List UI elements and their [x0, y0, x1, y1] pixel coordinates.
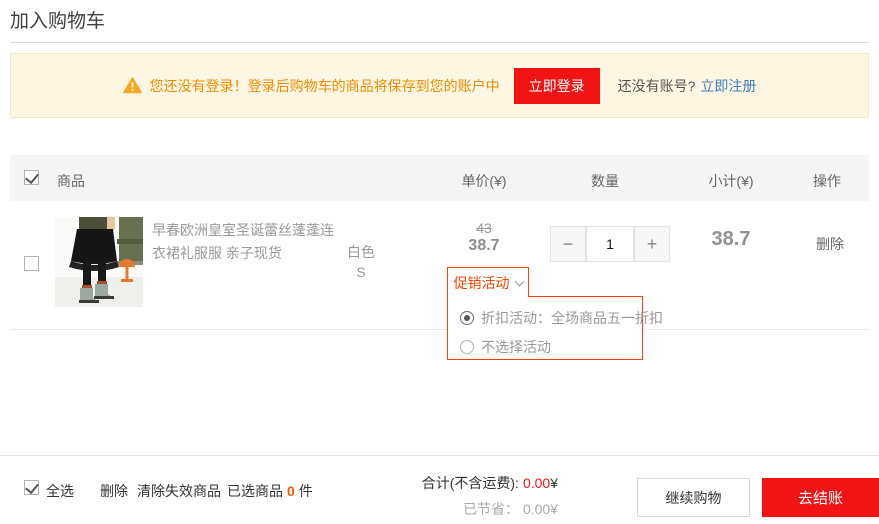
delete-item-link[interactable]: 删除 [780, 234, 879, 254]
login-warning-banner: 您还没有登录！登录后购物车的商品将保存到您的账户中 立即登录 还没有账号? 立即… [10, 53, 869, 118]
login-now-button[interactable]: 立即登录 [514, 68, 600, 104]
saved-value: 0.00¥ [523, 501, 558, 517]
product-color: 白色 [331, 242, 391, 262]
clear-invalid-link[interactable]: 清除失效商品 [137, 481, 221, 501]
cart-table-header: 商品 单价(¥) 数量 小计(¥) 操作 [10, 155, 869, 201]
cart-footer: 全选 删除 清除失效商品 已选商品0件 合计(不含运费):0.00¥ 已节省： … [0, 455, 879, 524]
quantity-decrease-button[interactable]: − [550, 226, 586, 262]
warning-icon [123, 77, 142, 94]
original-price: 43 [434, 220, 534, 236]
login-warning-text: 您还没有登录！登录后购物车的商品将保存到您的账户中 [150, 76, 500, 96]
promotion-option-discount[interactable]: 折扣活动：全场商品五一折扣 [460, 308, 630, 328]
selected-count-value: 0 [287, 483, 295, 499]
select-all-header-checkbox[interactable] [24, 170, 39, 185]
column-header-product: 商品 [57, 171, 85, 191]
column-header-subtotal: 小计(¥) [681, 171, 781, 191]
product-title[interactable]: 早春欧洲皇室圣诞蕾丝蓬蓬连衣裙礼服服 亲子现货 [152, 219, 340, 265]
promotion-option-discount-label: 折扣活动：全场商品五一折扣 [481, 308, 663, 328]
cart-item-row: 早春欧洲皇室圣诞蕾丝蓬蓬连衣裙礼服服 亲子现货 白色 S 43 38.7 − +… [10, 201, 869, 330]
select-all-label[interactable]: 全选 [46, 481, 74, 501]
current-price: 38.7 [434, 237, 534, 255]
radio-selected-icon[interactable] [460, 311, 474, 325]
cart-page: 加入购物车 您还没有登录！登录后购物车的商品将保存到您的账户中 立即登录 还没有… [0, 0, 879, 524]
product-size: S [331, 264, 391, 280]
quantity-input[interactable] [586, 226, 634, 262]
register-link[interactable]: 立即注册 [700, 76, 756, 96]
column-header-action: 操作 [777, 171, 877, 191]
column-header-unit-price: 单价(¥) [434, 171, 534, 191]
saved-line: 已节省： 0.00¥ [422, 499, 558, 519]
footer-delete-link[interactable]: 删除 [100, 481, 128, 501]
checkout-button[interactable]: 去结账 [762, 478, 879, 517]
total-line: 合计(不含运费):0.00¥ [422, 473, 558, 493]
page-title: 加入购物车 [10, 6, 105, 33]
chevron-down-icon [514, 276, 524, 286]
totals-block: 合计(不含运费):0.00¥ 已节省： 0.00¥ [422, 473, 558, 519]
no-account-text: 还没有账号? [618, 76, 696, 96]
total-currency: ¥ [550, 475, 558, 491]
selected-count-text: 已选商品0件 [227, 481, 313, 501]
total-label: 合计(不含运费): [422, 475, 519, 491]
quantity-increase-button[interactable]: + [634, 226, 670, 262]
saved-label: 已节省： [463, 501, 519, 517]
column-header-quantity: 数量 [555, 171, 655, 191]
item-checkbox[interactable] [24, 256, 39, 271]
total-value: 0.00 [523, 475, 550, 491]
promotion-dropdown-toggle[interactable]: 促销活动 [447, 267, 529, 297]
continue-shopping-button[interactable]: 继续购物 [637, 478, 750, 517]
promotion-option-none[interactable]: 不选择活动 [460, 337, 630, 357]
title-divider [10, 42, 869, 43]
promotion-label: 促销活动 [454, 273, 510, 293]
select-all-footer-checkbox[interactable] [24, 480, 39, 495]
product-image[interactable] [55, 217, 143, 307]
promotion-option-none-label: 不选择活动 [481, 337, 551, 357]
selected-count-suffix: 件 [299, 483, 313, 499]
selected-count-prefix: 已选商品 [227, 483, 283, 499]
radio-unselected-icon[interactable] [460, 340, 474, 354]
promotion-dropdown-panel: 折扣活动：全场商品五一折扣 不选择活动 [447, 296, 643, 360]
item-subtotal: 38.7 [681, 228, 781, 251]
